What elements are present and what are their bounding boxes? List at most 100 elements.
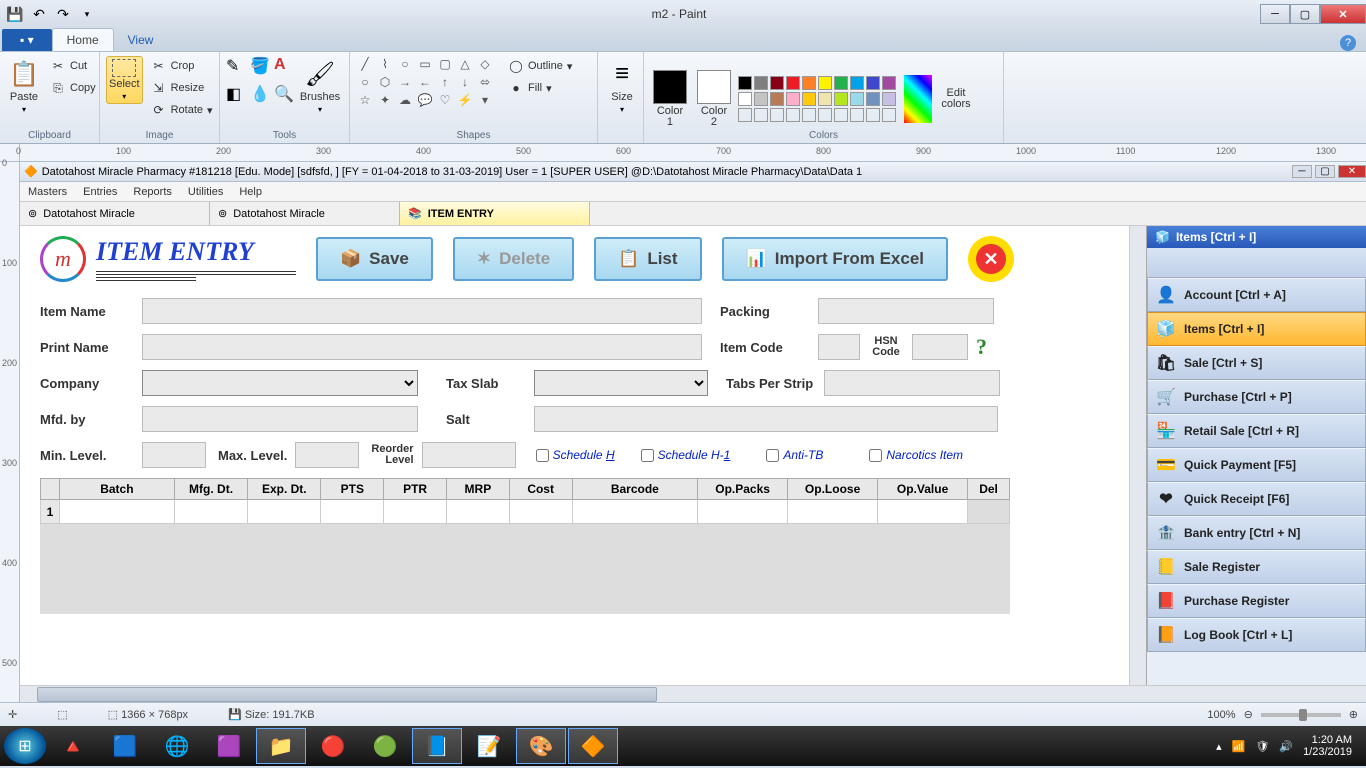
task-app1[interactable]: 🟪 xyxy=(204,728,254,764)
shapes-gallery[interactable]: ╱⌇○▭▢△◇ ○⬡→←↑↓⬄ ☆✦☁💬♡⚡▾ xyxy=(356,56,494,108)
text-tool-icon[interactable]: A xyxy=(274,56,296,82)
sidebar-item-items[interactable]: 🧊Items [Ctrl + I] xyxy=(1147,312,1366,346)
inner-maximize-button[interactable]: ▢ xyxy=(1315,165,1335,178)
item-name-field[interactable] xyxy=(142,298,702,324)
min-level-field[interactable] xyxy=(142,442,206,468)
select-button[interactable]: Select ▾ xyxy=(106,56,143,104)
save-button[interactable]: 📦Save xyxy=(316,237,433,281)
import-button[interactable]: 📊Import From Excel xyxy=(722,237,948,281)
tray-clock[interactable]: 1:20 AM 1/23/2019 xyxy=(1303,734,1352,758)
task-vlc[interactable]: 🔺 xyxy=(48,728,98,764)
inner-tab-2[interactable]: 📚ITEM ENTRY xyxy=(400,202,590,225)
tax-slab-select[interactable] xyxy=(534,370,708,396)
zoom-slider[interactable] xyxy=(1261,713,1341,717)
tab-view[interactable]: View xyxy=(114,29,168,51)
resize-button[interactable]: ⇲Resize xyxy=(147,78,217,98)
delete-button[interactable]: ✶Delete xyxy=(453,237,574,281)
inner-tab-0[interactable]: ⊚Datotahost Miracle xyxy=(20,202,210,225)
qat-undo-icon[interactable]: ↶ xyxy=(28,3,50,25)
qat-dropdown-icon[interactable]: ▾ xyxy=(76,3,98,25)
tray-network-icon[interactable]: 📶 xyxy=(1232,740,1246,753)
size-button[interactable]: ≡Size▾ xyxy=(604,56,640,116)
help-question-icon[interactable]: ? xyxy=(976,334,987,360)
help-icon[interactable]: ? xyxy=(1340,35,1356,51)
sidebar-item-purchase[interactable]: 🛒Purchase [Ctrl + P] xyxy=(1147,380,1366,414)
tabs-strip-field[interactable] xyxy=(824,370,1000,396)
sidebar-item-retail[interactable]: 🏪Retail Sale [Ctrl + R] xyxy=(1147,414,1366,448)
task-ie[interactable]: 🌐 xyxy=(152,728,202,764)
sidebar-item-logbook[interactable]: 📙Log Book [Ctrl + L] xyxy=(1147,618,1366,652)
sidebar-item-purchreg[interactable]: 📕Purchase Register xyxy=(1147,584,1366,618)
brushes-button[interactable]: 🖌 Brushes ▾ xyxy=(300,56,340,116)
max-level-field[interactable] xyxy=(295,442,359,468)
sidebar-item-account[interactable]: 👤Account [Ctrl + A] xyxy=(1147,278,1366,312)
narcotics-checkbox[interactable]: Narcotics Item xyxy=(869,448,963,462)
task-paint[interactable]: 🎨 xyxy=(516,728,566,764)
task-word[interactable]: 📘 xyxy=(412,728,462,764)
edit-colors-button[interactable]: Edit colors xyxy=(936,86,976,112)
packing-field[interactable] xyxy=(818,298,994,324)
hsn-code-field[interactable] xyxy=(912,334,968,360)
menu-entries[interactable]: Entries xyxy=(83,186,117,198)
schedule-h1-checkbox[interactable]: Schedule H-1 xyxy=(641,448,731,462)
inner-hscrollbar[interactable] xyxy=(20,685,1366,702)
task-opera[interactable]: 🔴 xyxy=(308,728,358,764)
qat-save-icon[interactable]: 💾 xyxy=(4,3,26,25)
menu-help[interactable]: Help xyxy=(239,186,262,198)
task-pharmacy[interactable]: 🔶 xyxy=(568,728,618,764)
tray-up-icon[interactable]: ▴ xyxy=(1216,740,1222,753)
paint-canvas[interactable]: 🔶 Datotahost Miracle Pharmacy #181218 [E… xyxy=(20,162,1366,685)
sidebar-item-salereg[interactable]: 📒Sale Register xyxy=(1147,550,1366,584)
inner-vscrollbar[interactable] xyxy=(1129,226,1146,685)
pencil-tool-icon[interactable]: ✎ xyxy=(226,56,248,82)
eraser-tool-icon[interactable]: ◧ xyxy=(226,84,248,110)
schedule-h-checkbox[interactable]: Schedule H xyxy=(536,448,615,462)
batch-grid[interactable]: Batch Mfg. Dt. Exp. Dt. PTS PTR MRP Cost… xyxy=(40,478,1010,524)
qat-redo-icon[interactable]: ↷ xyxy=(52,3,74,25)
form-close-button[interactable]: ✕ xyxy=(968,236,1014,282)
paste-button[interactable]: 📋 Paste ▾ xyxy=(6,56,42,116)
magnifier-tool-icon[interactable]: 🔍 xyxy=(274,84,296,110)
tab-home[interactable]: Home xyxy=(52,28,114,51)
sidebar-item-bank[interactable]: 🏦Bank entry [Ctrl + N] xyxy=(1147,516,1366,550)
salt-field[interactable] xyxy=(534,406,998,432)
anti-tb-checkbox[interactable]: Anti-TB xyxy=(766,448,823,462)
maximize-button[interactable]: ▢ xyxy=(1290,4,1320,24)
color1-button[interactable]: Color 1 xyxy=(650,68,690,130)
crop-button[interactable]: ✂Crop xyxy=(147,56,217,76)
reorder-field[interactable] xyxy=(422,442,516,468)
inner-close-button[interactable]: ✕ xyxy=(1338,165,1366,178)
task-explorer[interactable]: 📁 xyxy=(256,728,306,764)
outline-button[interactable]: ◯Outline▾ xyxy=(504,56,576,76)
task-chrome[interactable]: 🟢 xyxy=(360,728,410,764)
list-button[interactable]: 📋List xyxy=(594,237,701,281)
sidebar-item-sale[interactable]: 🛍Sale [Ctrl + S] xyxy=(1147,346,1366,380)
file-tab[interactable]: ▪ ▾ xyxy=(2,29,52,51)
sidebar-item-quickpay[interactable]: 💳Quick Payment [F5] xyxy=(1147,448,1366,482)
task-snip[interactable]: 🟦 xyxy=(100,728,150,764)
zoom-out-button[interactable]: ⊖ xyxy=(1244,708,1253,721)
sidebar-item-quickrec[interactable]: ❤Quick Receipt [F6] xyxy=(1147,482,1366,516)
menu-reports[interactable]: Reports xyxy=(133,186,172,198)
tray-shield-icon[interactable]: 🛡 xyxy=(1255,740,1269,753)
close-button[interactable]: ✕ xyxy=(1320,4,1366,24)
color2-button[interactable]: Color 2 xyxy=(694,68,734,130)
cut-button[interactable]: ✂Cut xyxy=(46,56,100,76)
rotate-button[interactable]: ⟳Rotate▾ xyxy=(147,100,217,120)
company-select[interactable] xyxy=(142,370,418,396)
table-row[interactable]: 1 xyxy=(41,500,1010,524)
mfd-by-field[interactable] xyxy=(142,406,418,432)
tray-volume-icon[interactable]: 🔊 xyxy=(1279,740,1293,753)
copy-button[interactable]: ⎘Copy xyxy=(46,78,100,98)
fill-button[interactable]: ●Fill▾ xyxy=(504,78,576,98)
menu-utilities[interactable]: Utilities xyxy=(188,186,223,198)
picker-tool-icon[interactable]: 💧 xyxy=(250,84,272,110)
zoom-in-button[interactable]: ⊕ xyxy=(1349,708,1358,721)
start-button[interactable]: ⊞ xyxy=(4,728,46,764)
inner-tab-1[interactable]: ⊚Datotahost Miracle xyxy=(210,202,400,225)
inner-minimize-button[interactable]: ─ xyxy=(1292,165,1312,178)
print-name-field[interactable] xyxy=(142,334,702,360)
fill-tool-icon[interactable]: 🪣 xyxy=(250,56,272,82)
color-palette[interactable] xyxy=(738,76,896,122)
menu-masters[interactable]: Masters xyxy=(28,186,67,198)
